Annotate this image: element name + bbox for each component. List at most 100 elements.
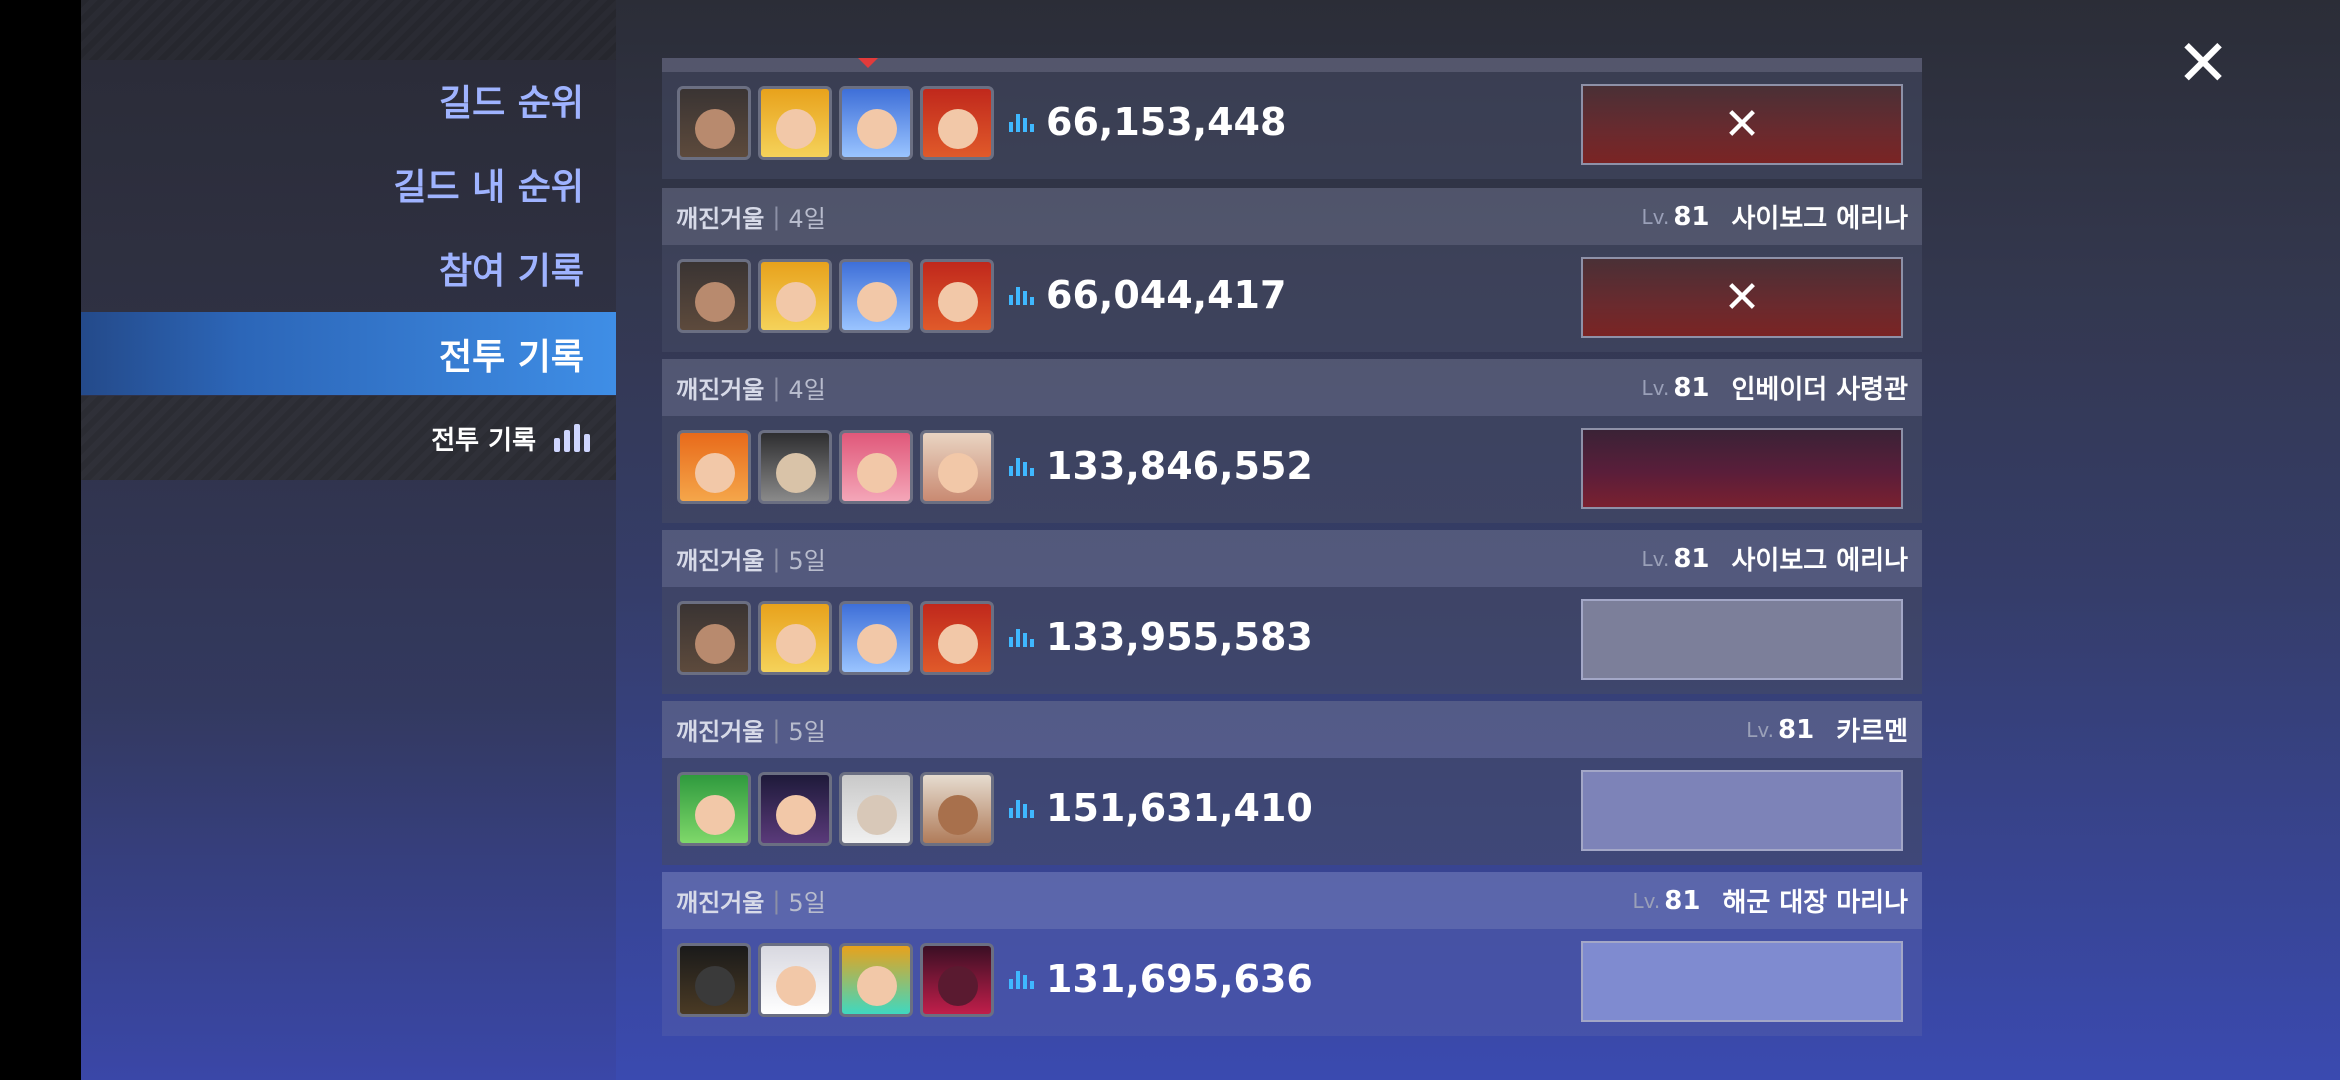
boss-name: 해군 대장 마리나 [1722,888,1908,918]
hero-portrait[interactable] [677,86,751,160]
boss-image: ✕ [1581,257,1903,338]
hero-portrait[interactable] [677,430,751,504]
bar-chart-icon [1009,627,1034,647]
score-value: 66,044,417 [1046,273,1287,317]
entry-header: 깨진거울 | 4일 Lv. 81 인베이더 사령관 [662,359,1922,416]
score-value: 66,153,448 [1046,100,1287,144]
entry-header: 깨진거울 | 4일 Lv. 81 사이보그 에리나 [662,188,1922,245]
team-portraits [677,430,994,504]
day-label: 5일 [788,889,826,917]
bar-chart-icon [1009,112,1034,132]
battle-record-list[interactable]: 66,153,448 ✕ 깨진거울 | 4일 Lv. 81 사이보그 에리나 6… [662,58,1922,1058]
entry-body: 66,153,448 ✕ [662,72,1922,179]
score-value: 133,846,552 [1046,444,1313,488]
sidebar-item-participation-record[interactable]: 참여 기록 [81,226,616,309]
mode-label: 깨진거울 [676,889,765,917]
level-prefix: Lv. [1641,204,1670,229]
entry-header: 깨진거울 | 5일 Lv. 81 사이보그 에리나 [662,530,1922,587]
level-prefix: Lv. [1632,888,1661,913]
hero-portrait[interactable] [920,430,994,504]
hero-portrait[interactable] [758,943,832,1017]
list-item[interactable]: 깨진거울 | 5일 Lv. 81 카르멘 151,631,410 [662,701,1922,865]
damage-score: 131,695,636 [1009,957,1313,1001]
hero-portrait[interactable] [839,601,913,675]
hero-portrait[interactable] [758,772,832,846]
x-mark-icon: ✕ [1723,99,1761,150]
hero-portrait[interactable] [839,430,913,504]
hero-portrait[interactable] [758,430,832,504]
damage-score: 151,631,410 [1009,786,1313,830]
boss-image [1581,770,1903,851]
entry-header: 깨진거울 | 5일 Lv. 81 해군 대장 마리나 [662,872,1922,929]
close-icon: ✕ [2176,27,2230,101]
list-item[interactable]: 깨진거울 | 4일 Lv. 81 인베이더 사령관 133,846,552 [662,359,1922,523]
entry-body: 133,955,583 [662,587,1922,694]
level-prefix: Lv. [1746,717,1775,742]
hero-portrait[interactable] [839,86,913,160]
entry-header-strip [662,58,1922,72]
list-item[interactable]: 깨진거울 | 5일 Lv. 81 사이보그 에리나 133,955,583 [662,530,1922,694]
hero-portrait[interactable] [920,86,994,160]
sidebar-subitem-battle-record[interactable]: 전투 기록 [81,396,616,480]
boss-name: 사이보그 에리나 [1731,204,1909,234]
battle-record-screen: 길드 순위 길드 내 순위 참여 기록 전투 기록 전투 기록 ✕ 66,153… [81,0,2340,1080]
sidebar-item-label: 길드 순위 [438,82,584,124]
sidebar-item-battle-record[interactable]: 전투 기록 [81,312,616,395]
sidebar-header [81,0,616,60]
hero-portrait[interactable] [677,259,751,333]
boss-image: ✕ [1581,84,1903,165]
hero-portrait[interactable] [920,943,994,1017]
separator: | [772,715,781,744]
separator: | [772,202,781,231]
hero-portrait[interactable] [839,259,913,333]
hero-portrait[interactable] [758,86,832,160]
hero-portrait[interactable] [920,772,994,846]
list-item[interactable]: 깨진거울 | 4일 Lv. 81 사이보그 에리나 66,044,417 ✕ [662,188,1922,352]
entry-header: 깨진거울 | 5일 Lv. 81 카르멘 [662,701,1922,758]
bar-chart-icon [554,424,590,452]
hero-portrait[interactable] [677,772,751,846]
team-portraits [677,259,994,333]
day-label: 5일 [788,718,826,746]
day-label: 4일 [788,205,826,233]
boss-name: 사이보그 에리나 [1731,546,1909,576]
bar-chart-icon [1009,285,1034,305]
sidebar-item-label: 길드 내 순위 [393,166,584,208]
hero-portrait[interactable] [920,601,994,675]
hero-portrait[interactable] [839,772,913,846]
hero-portrait[interactable] [920,259,994,333]
boss-image [1581,941,1903,1022]
close-button[interactable]: ✕ [2171,32,2235,96]
damage-score: 66,153,448 [1009,100,1286,144]
day-label: 5일 [788,547,826,575]
team-portraits [677,943,994,1017]
hero-portrait[interactable] [758,259,832,333]
entry-body: 131,695,636 [662,929,1922,1036]
hero-portrait[interactable] [677,601,751,675]
hero-portrait[interactable] [677,943,751,1017]
boss-image [1581,428,1903,509]
hero-portrait[interactable] [758,601,832,675]
mode-label: 깨진거울 [676,547,765,575]
bar-chart-icon [1009,798,1034,818]
team-portraits [677,772,994,846]
hero-portrait[interactable] [839,943,913,1017]
separator: | [772,544,781,573]
boss-level: 81 [1778,714,1815,745]
bar-chart-icon [1009,969,1034,989]
submenu-label: 전투 기록 [431,425,536,456]
boss-level: 81 [1664,885,1701,916]
mode-label: 깨진거울 [676,718,765,746]
sidebar-item-in-guild-ranking[interactable]: 길드 내 순위 [81,142,616,225]
list-item[interactable]: 깨진거울 | 5일 Lv. 81 해군 대장 마리나 131,695,636 [662,872,1922,1036]
separator: | [772,886,781,915]
level-prefix: Lv. [1641,375,1670,400]
damage-score: 133,955,583 [1009,615,1313,659]
entry-body: 66,044,417 ✕ [662,245,1922,352]
score-value: 133,955,583 [1046,615,1313,659]
bar-chart-icon [1009,456,1034,476]
boss-image [1581,599,1903,680]
sidebar-item-guild-ranking[interactable]: 길드 순위 [81,58,616,141]
team-portraits [677,601,994,675]
boss-level: 81 [1673,372,1710,403]
